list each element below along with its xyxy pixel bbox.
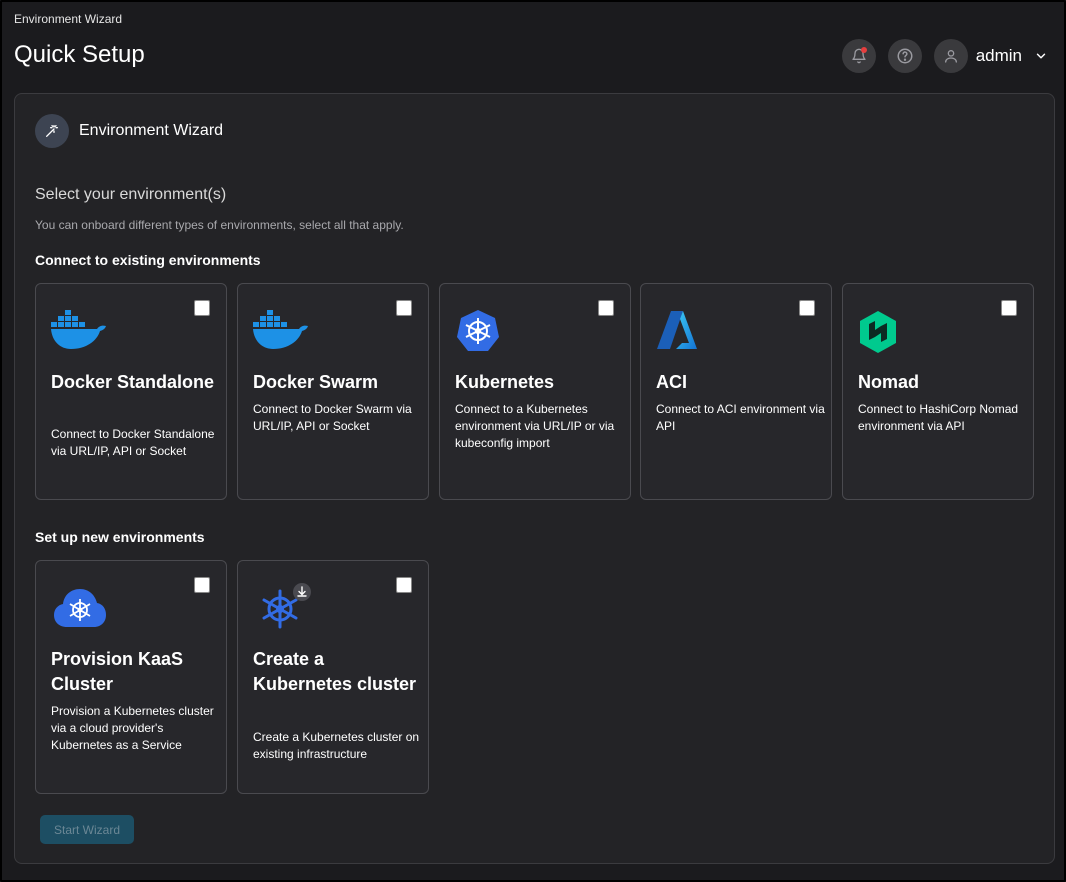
magic-wand-icon [46, 125, 58, 137]
card-create-kubernetes-cluster[interactable]: Create a Kubernetes cluster Create a Kub… [237, 560, 429, 794]
group-label-existing: Connect to existing environments [35, 252, 261, 268]
card-title: Create a Kubernetes cluster [253, 649, 417, 694]
checkbox[interactable] [396, 300, 412, 316]
environment-wizard-panel: Environment Wizard Select your environme… [14, 93, 1055, 864]
card-title: Docker Standalone [51, 372, 215, 392]
page-title: Quick Setup [14, 41, 145, 68]
chevron-down-icon[interactable] [1034, 49, 1048, 63]
card-aci[interactable]: ACI Connect to ACI environment via API [640, 283, 832, 500]
section-description: You can onboard different types of envir… [35, 218, 404, 232]
kubernetes-icon [457, 310, 499, 351]
docker-icon [253, 310, 308, 349]
card-title: Nomad [858, 372, 920, 392]
card-description: Connect to ACI environment via API [656, 402, 825, 433]
checkbox[interactable] [598, 300, 614, 316]
docker-icon [51, 310, 106, 349]
card-description: Create a Kubernetes cluster on existing … [253, 730, 420, 761]
nomad-icon [860, 311, 896, 353]
kaas-cloud-icon [54, 589, 106, 627]
card-title: Provision KaaS Cluster [51, 649, 184, 694]
user-icon [944, 50, 957, 63]
card-nomad[interactable]: Nomad Connect to HashiCorp Nomad environ… [842, 283, 1034, 500]
checkbox[interactable] [194, 577, 210, 593]
checkbox[interactable] [396, 577, 412, 593]
card-docker-standalone[interactable]: Docker Standalone Connect to Docker Stan… [35, 283, 227, 500]
card-description: Connect to HashiCorp Nomad environment v… [858, 402, 1019, 433]
group-label-new: Set up new environments [35, 529, 205, 545]
notification-dot [860, 47, 867, 53]
card-description: Connect to a Kubernetes environment via … [455, 402, 615, 450]
section-title: Select your environment(s) [35, 186, 227, 203]
card-title: Kubernetes [455, 372, 555, 392]
card-provision-kaas[interactable]: Provision KaaS Cluster Provision a Kuber… [35, 560, 227, 794]
checkbox[interactable] [1001, 300, 1017, 316]
header-actions: admin [830, 39, 1050, 73]
card-description: Provision a Kubernetes cluster via a clo… [51, 704, 214, 752]
breadcrumb: Environment Wizard [14, 12, 123, 26]
wand-icon-container [35, 114, 69, 148]
panel-header: Environment Wizard [35, 114, 223, 148]
notifications-button[interactable] [841, 39, 876, 73]
start-wizard-button[interactable]: Start Wizard [40, 815, 134, 844]
user-name[interactable]: admin [976, 46, 1022, 66]
panel-title: Environment Wizard [79, 122, 224, 139]
user-menu-avatar[interactable] [933, 39, 968, 73]
card-kubernetes[interactable]: Kubernetes Connect to a Kubernetes envir… [439, 283, 631, 500]
checkbox[interactable] [799, 300, 815, 316]
help-icon [897, 48, 913, 64]
card-title: ACI [656, 372, 687, 392]
azure-icon [657, 311, 697, 349]
help-button[interactable] [887, 39, 922, 73]
card-description: Connect to Docker Swarm via URL/IP, API … [253, 402, 412, 433]
card-docker-swarm[interactable]: Docker Swarm Connect to Docker Swarm via… [237, 283, 429, 500]
card-title: Docker Swarm [253, 372, 379, 392]
checkbox[interactable] [194, 300, 210, 316]
kubernetes-install-icon [262, 583, 311, 629]
card-description: Connect to Docker Standalone via URL/IP,… [51, 427, 215, 458]
